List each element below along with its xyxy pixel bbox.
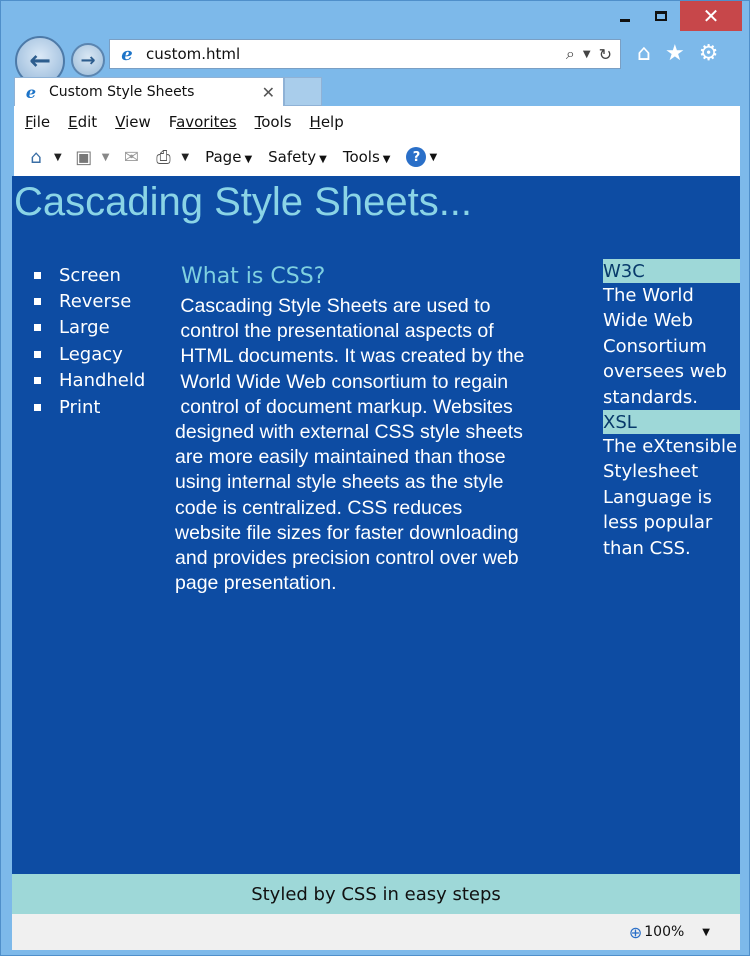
minimize-button[interactable] <box>607 1 643 31</box>
page-heading: Cascading Style Sheets... <box>14 180 473 224</box>
ie-page-icon: e <box>121 43 133 65</box>
nav-item-print[interactable]: Print <box>34 394 145 420</box>
menu-view[interactable]: View <box>115 113 151 131</box>
forward-button[interactable]: → <box>71 43 105 77</box>
tools-menu-button[interactable]: Tools ▼ <box>343 148 391 166</box>
close-icon: ✕ <box>702 4 720 28</box>
refresh-icon[interactable]: ↻ <box>599 45 612 64</box>
maximize-button[interactable] <box>643 1 679 31</box>
minimize-icon <box>620 18 630 22</box>
sidebar-aside: W3C The World Wide Web Consortium overse… <box>603 259 740 561</box>
zoom-icon[interactable]: ⊕ <box>629 923 642 942</box>
menu-bar: File Edit View Favorites Tools Help <box>14 106 740 138</box>
menu-help[interactable]: Help <box>310 113 344 131</box>
tab-custom-style-sheets[interactable]: e Custom Style Sheets ✕ <box>14 77 284 106</box>
page-menu-button[interactable]: Page ▼ <box>205 148 252 166</box>
close-window-button[interactable]: ✕ <box>680 1 742 31</box>
navigation-bar: ← → e custom.html ⌕ ▼ ↻ ⌂ ★ ⚙ <box>1 31 750 86</box>
page-content: Cascading Style Sheets... Screen Reverse… <box>12 176 740 874</box>
menu-tools[interactable]: Tools <box>255 113 292 131</box>
search-icon[interactable]: ⌕ <box>566 44 575 64</box>
dropdown-caret-icon[interactable]: ▼ <box>583 49 591 60</box>
nav-item-reverse[interactable]: Reverse <box>34 288 145 314</box>
help-icon[interactable]: ? <box>406 147 427 167</box>
maximize-icon <box>655 11 667 21</box>
safety-menu-button[interactable]: Safety ▼ <box>268 148 327 166</box>
url-text[interactable]: custom.html <box>146 45 566 63</box>
home-icon[interactable]: ⌂ <box>637 41 651 66</box>
address-bar[interactable]: e custom.html ⌕ ▼ ↻ <box>109 39 621 69</box>
style-nav-list: Screen Reverse Large Legacy Handheld Pri… <box>34 262 145 420</box>
zoom-level[interactable]: 100% <box>644 924 684 940</box>
help-dropdown-icon[interactable]: ▼ <box>429 152 437 163</box>
print-dropdown-icon[interactable]: ▼ <box>181 152 189 163</box>
nav-item-legacy[interactable]: Legacy <box>34 341 145 367</box>
tab-close-icon[interactable]: ✕ <box>262 83 275 102</box>
body-paragraph: Cascading Style Sheets are used to contr… <box>175 295 525 595</box>
rss-feed-icon[interactable]: ▣ <box>72 146 96 168</box>
zoom-dropdown-icon[interactable]: ▼ <box>702 927 710 938</box>
back-arrow-icon: ← <box>29 46 51 76</box>
menu-file[interactable]: File <box>25 113 50 131</box>
page-footer: Styled by CSS in easy steps <box>12 874 740 914</box>
aside-heading-xsl: XSL <box>603 410 740 435</box>
nav-item-large[interactable]: Large <box>34 315 145 341</box>
section-subheading: What is CSS? <box>181 264 326 289</box>
aside-text-w3c: The World Wide Web Consortium oversees w… <box>603 285 727 408</box>
aside-text-xsl: The eXtensible Stylesheet Language is le… <box>603 436 738 559</box>
feed-dropdown-icon[interactable]: ▼ <box>102 152 110 163</box>
status-bar: ⊕ 100% ▼ <box>12 914 740 950</box>
favorites-star-icon[interactable]: ★ <box>665 41 685 66</box>
aside-heading-w3c: W3C <box>603 259 740 283</box>
menu-edit[interactable]: Edit <box>68 113 97 131</box>
forward-arrow-icon: → <box>80 49 96 71</box>
home-dropdown-icon[interactable]: ▼ <box>54 152 62 163</box>
nav-item-screen[interactable]: Screen <box>34 262 145 288</box>
ie-tab-icon: e <box>25 82 37 102</box>
home-icon[interactable]: ⌂ <box>24 146 48 168</box>
print-icon[interactable]: ⎙ <box>151 146 175 168</box>
command-bar: ⌂ ▼ ▣ ▼ ✉ ⎙ ▼ Page ▼ Safety ▼ Tools ▼ ? ▼ <box>14 138 740 176</box>
settings-gear-icon[interactable]: ⚙ <box>699 41 719 66</box>
new-tab-button[interactable] <box>284 77 322 106</box>
menu-favorites[interactable]: Favorites <box>169 113 237 131</box>
browser-window: ✕ ← → e custom.html ⌕ ▼ ↻ ⌂ ★ ⚙ e Custom… <box>0 0 750 956</box>
nav-item-handheld[interactable]: Handheld <box>34 368 145 394</box>
mail-icon[interactable]: ✉ <box>119 146 143 168</box>
tab-title: Custom Style Sheets <box>49 84 195 100</box>
